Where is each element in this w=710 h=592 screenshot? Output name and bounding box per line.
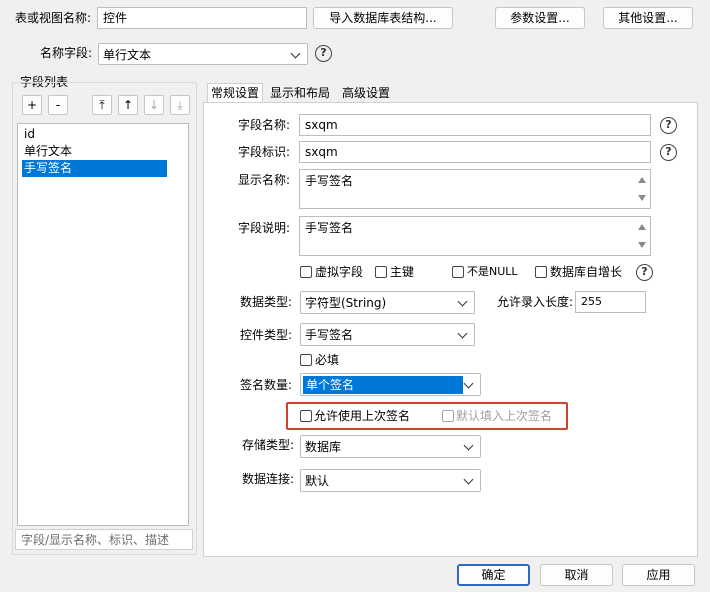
list-item[interactable]: 单行文本 (22, 143, 74, 160)
control-type-select[interactable]: 手写签名 (300, 323, 475, 346)
chevron-down-icon (463, 378, 474, 389)
name-field-select[interactable]: 单行文本 (98, 43, 308, 65)
max-length-input[interactable]: 255 (575, 291, 646, 313)
data-type-value: 字符型(String) (305, 296, 387, 310)
sign-count-label: 签名数量: (240, 378, 293, 392)
name-field-value: 单行文本 (103, 48, 152, 62)
data-connection-label: 数据连接: (242, 472, 295, 486)
default-last-signature-checkbox[interactable] (442, 410, 454, 422)
ok-button[interactable]: 确定 (457, 564, 530, 586)
chevron-down-icon (457, 296, 468, 307)
move-down-icon[interactable]: ↓ (144, 95, 164, 115)
default-last-signature-label: 默认填入上次签名 (456, 409, 553, 423)
data-connection-select[interactable]: 默认 (300, 469, 481, 492)
table-name-label: 表或视图名称: (15, 11, 92, 25)
name-field-label: 名称字段: (40, 46, 93, 60)
storage-type-select[interactable]: 数据库 (300, 435, 481, 458)
list-item[interactable]: id (22, 126, 37, 143)
help-icon[interactable]: ? (315, 45, 332, 62)
data-connection-value: 默认 (305, 474, 330, 488)
desc-label: 字段说明: (238, 221, 291, 235)
param-settings-button[interactable]: 参数设置... (495, 7, 585, 29)
display-name-value: 手写签名 (305, 174, 354, 188)
scroll-up-icon[interactable] (638, 224, 646, 230)
move-bottom-icon[interactable]: ⤓ (170, 95, 190, 115)
display-name-textarea[interactable]: 手写签名 (299, 169, 651, 209)
move-up-icon[interactable]: ↑ (118, 95, 138, 115)
help-icon[interactable]: ? (636, 264, 653, 281)
allow-last-signature-label: 允许使用上次签名 (314, 409, 411, 423)
tab-display-layout[interactable]: 显示和布局 (267, 84, 333, 102)
primary-key-checkbox[interactable] (375, 266, 387, 278)
data-type-label: 数据类型: (240, 295, 293, 309)
not-null-checkbox[interactable] (452, 266, 464, 278)
tab-advanced[interactable]: 高级设置 (339, 84, 393, 102)
field-list[interactable]: id 单行文本 手写签名 (17, 123, 189, 526)
help-icon[interactable]: ? (660, 144, 677, 161)
chevron-down-icon (457, 328, 468, 339)
virtual-field-checkbox[interactable] (300, 266, 312, 278)
move-top-icon[interactable]: ⤒ (92, 95, 112, 115)
display-name-label: 显示名称: (238, 173, 291, 187)
storage-type-value: 数据库 (305, 440, 342, 454)
not-null-label: 不是NULL (467, 265, 518, 278)
storage-type-label: 存储类型: (242, 438, 295, 452)
apply-button[interactable]: 应用 (622, 564, 695, 586)
list-item[interactable]: 手写签名 (22, 160, 167, 177)
sign-count-select[interactable]: 单个签名 (300, 373, 481, 396)
required-checkbox[interactable] (300, 354, 312, 366)
primary-key-label: 主键 (390, 265, 415, 279)
field-id-input[interactable]: sxqm (299, 141, 651, 163)
chevron-down-icon (463, 440, 474, 451)
desc-textarea[interactable]: 手写签名 (299, 216, 651, 256)
import-structure-button[interactable]: 导入数据库表结构... (313, 7, 453, 29)
scroll-up-icon[interactable] (638, 177, 646, 183)
remove-field-icon[interactable]: - (48, 95, 68, 115)
table-name-input[interactable]: 控件 (97, 7, 307, 29)
allow-last-signature-checkbox[interactable] (300, 410, 312, 422)
help-icon[interactable]: ? (660, 117, 677, 134)
field-search-input[interactable]: 字段/显示名称、标识、描述 (15, 529, 193, 550)
auto-increment-label: 数据库自增长 (550, 265, 623, 279)
auto-increment-checkbox[interactable] (535, 266, 547, 278)
add-field-icon[interactable]: + (22, 95, 42, 115)
chevron-down-icon (290, 48, 301, 59)
sign-count-value: 单个签名 (303, 376, 463, 394)
scroll-down-icon[interactable] (638, 195, 646, 201)
desc-value: 手写签名 (305, 221, 354, 235)
max-length-label: 允许录入长度: (497, 295, 574, 309)
scroll-down-icon[interactable] (638, 242, 646, 248)
control-type-label: 控件类型: (240, 328, 293, 342)
field-id-label: 字段标识: (238, 145, 291, 159)
field-name-input[interactable]: sxqm (299, 114, 651, 136)
tab-general[interactable]: 常规设置 (207, 83, 264, 103)
required-label: 必填 (315, 353, 340, 367)
field-name-label: 字段名称: (238, 118, 291, 132)
data-type-select[interactable]: 字符型(String) (300, 291, 475, 314)
chevron-down-icon (463, 474, 474, 485)
control-type-value: 手写签名 (305, 328, 354, 342)
cancel-button[interactable]: 取消 (540, 564, 613, 586)
other-settings-button[interactable]: 其他设置... (603, 7, 693, 29)
virtual-field-label: 虚拟字段 (315, 265, 364, 279)
